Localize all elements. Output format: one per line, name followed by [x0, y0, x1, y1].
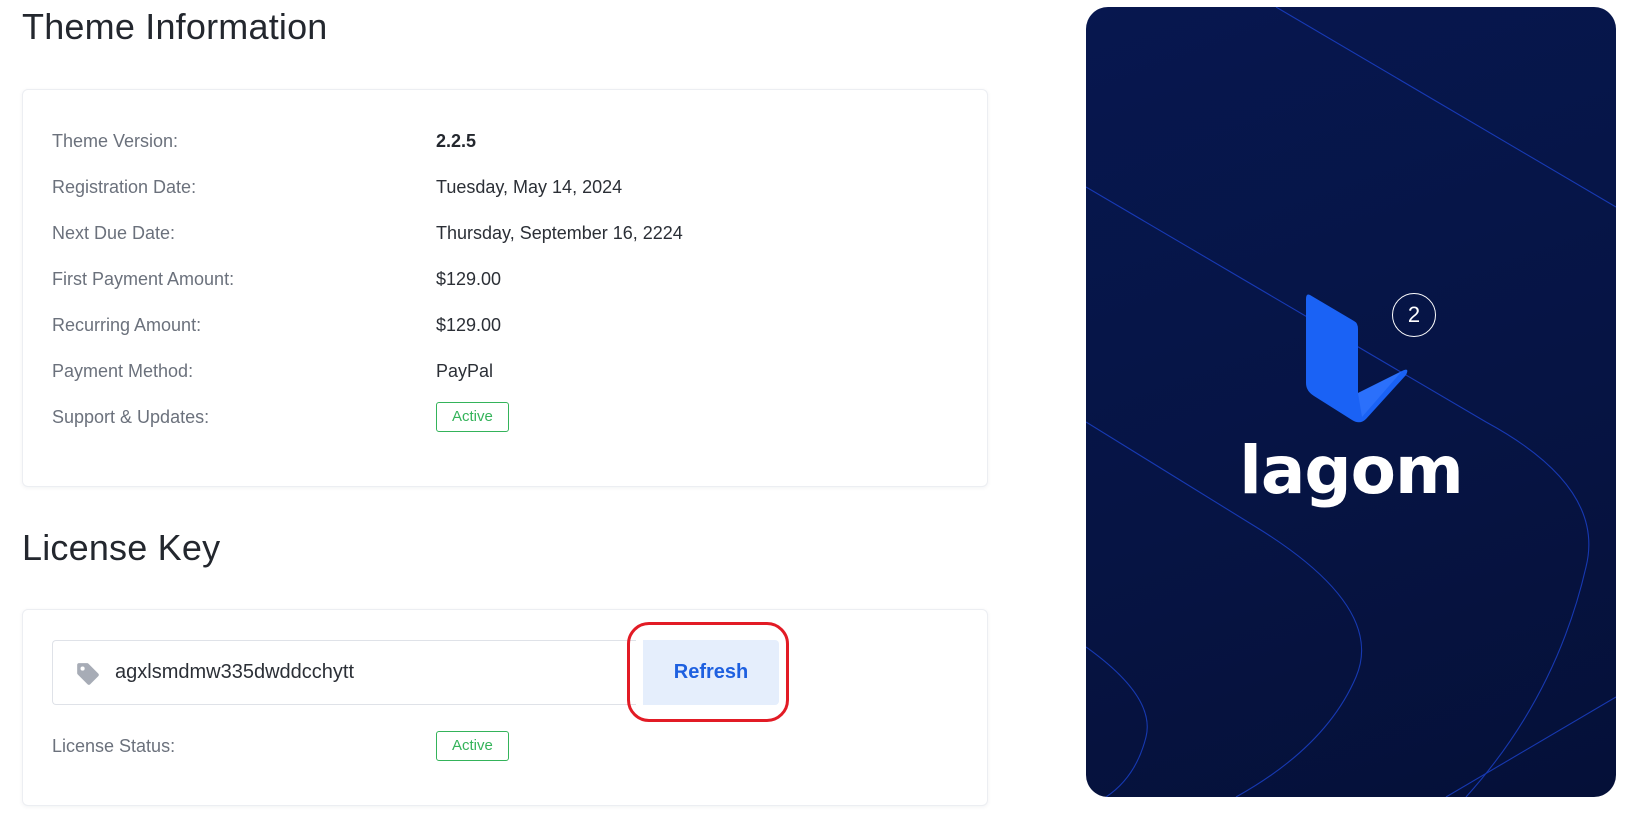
license-key-field[interactable]: agxlsmdmw335dwddcchytt: [52, 640, 636, 705]
tag-icon: [77, 663, 99, 685]
theme-version-row: Theme Version: 2.2.5: [52, 126, 967, 156]
payment-method-value: PayPal: [436, 361, 494, 381]
support-status-badge: Active: [436, 402, 509, 432]
theme-information-card: Theme Version: 2.2.5 Registration Date: …: [22, 89, 988, 487]
recurring-amount-row: Recurring Amount: $129.00: [52, 310, 967, 340]
theme-license-page: Theme Information Theme Version: 2.2.5 R…: [0, 0, 1642, 817]
next-due-date-label: Next Due Date:: [52, 223, 176, 243]
license-key-title: License Key: [22, 527, 221, 568]
theme-version-label: Theme Version:: [52, 131, 179, 151]
theme-version-value: 2.2.5: [436, 131, 477, 151]
support-updates-row: Support & Updates: Active: [52, 402, 967, 432]
payment-method-label: Payment Method:: [52, 361, 194, 381]
next-due-date-value: Thursday, September 16, 2224: [436, 223, 683, 243]
recurring-amount-label: Recurring Amount:: [52, 315, 202, 335]
license-status-badge: Active: [436, 731, 509, 761]
payment-method-row: Payment Method: PayPal: [52, 356, 967, 386]
license-key-value: agxlsmdmw335dwddcchytt: [115, 661, 354, 683]
lagom-wordmark: lagom: [1239, 432, 1464, 509]
registration-date-label: Registration Date:: [52, 177, 197, 197]
registration-date-value: Tuesday, May 14, 2024: [436, 177, 623, 197]
license-status-label: License Status:: [52, 736, 176, 756]
lagom-promo-panel: 2 lagom: [1086, 7, 1616, 797]
theme-information-title: Theme Information: [22, 6, 328, 47]
support-updates-label: Support & Updates:: [52, 407, 210, 427]
license-key-card: agxlsmdmw335dwddcchytt Refresh License S…: [22, 609, 988, 806]
registration-date-row: Registration Date: Tuesday, May 14, 2024: [52, 172, 967, 202]
first-payment-value: $129.00: [436, 269, 502, 289]
first-payment-row: First Payment Amount: $129.00: [52, 264, 967, 294]
first-payment-label: First Payment Amount:: [52, 269, 235, 289]
recurring-amount-value: $129.00: [436, 315, 502, 335]
version-2-badge: 2: [1392, 293, 1436, 337]
refresh-button[interactable]: Refresh: [643, 640, 779, 705]
license-status-row: License Status: Active: [52, 731, 967, 761]
next-due-date-row: Next Due Date: Thursday, September 16, 2…: [52, 218, 967, 248]
